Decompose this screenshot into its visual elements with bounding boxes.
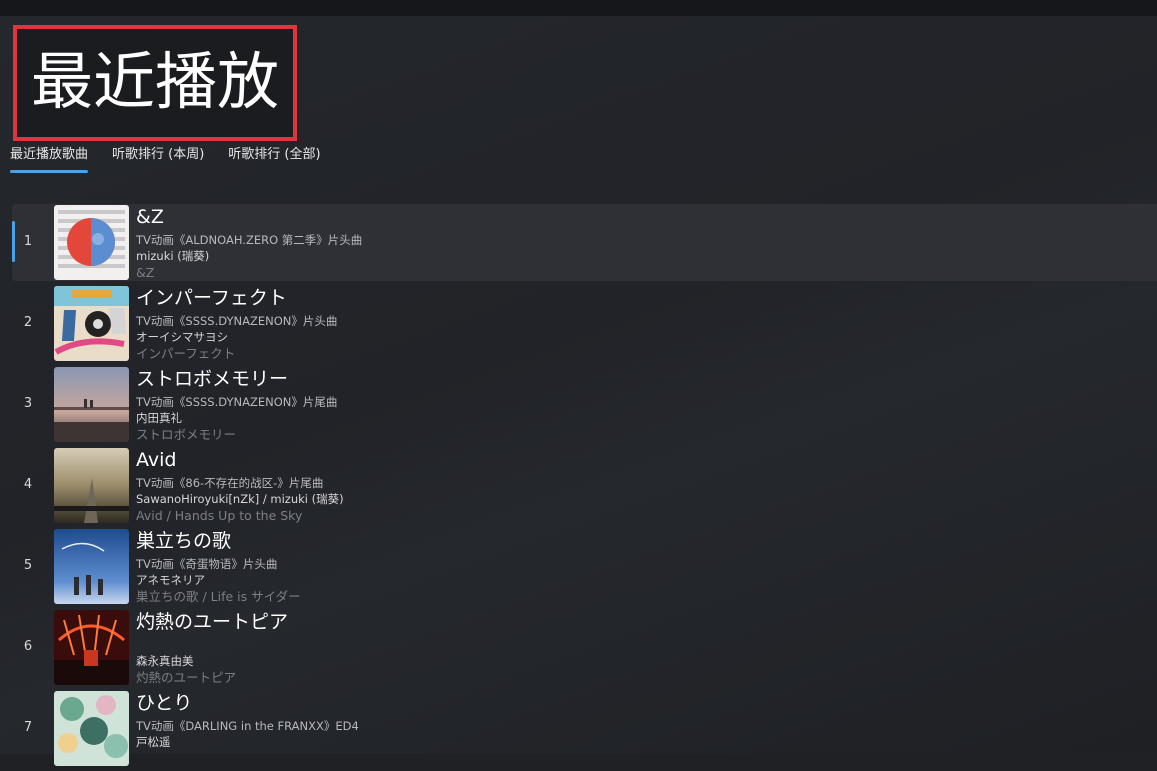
album-cover[interactable] (54, 691, 129, 766)
song-artist[interactable]: 戸松遥 (136, 734, 171, 750)
album-cover[interactable] (54, 367, 129, 442)
song-row[interactable]: 4 Avid TV动画《86-不存在的战区-》片尾曲 SawanoHiroyuk… (12, 447, 1157, 528)
song-artist[interactable]: SawanoHiroyuki[nZk] / mizuki (瑞葵) (136, 491, 344, 507)
song-row[interactable]: 1 &Z TV动画《ALDNOAH.ZERO 第二季》片头曲 mizuki (瑞… (12, 204, 1157, 281)
tab-bar: 最近播放歌曲 听歌排行 (本周) 听歌排行 (全部) (10, 146, 321, 174)
song-index: 6 (23, 639, 33, 654)
song-album[interactable]: インパーフェクト (136, 346, 235, 362)
song-title: Avid (136, 449, 177, 471)
song-index: 3 (23, 396, 33, 411)
song-description: TV动画《SSSS.DYNAZENON》片头曲 (136, 314, 338, 328)
album-cover[interactable] (54, 529, 129, 604)
song-row[interactable]: 6 灼熱のユートピア 森永真由美 灼熱のユートピア (12, 609, 1157, 690)
album-cover[interactable] (54, 205, 129, 280)
song-title: 灼熱のユートピア (136, 611, 289, 633)
song-title: ストロボメモリー (136, 368, 289, 390)
song-artist[interactable]: mizuki (瑞葵) (136, 248, 209, 264)
song-list: 1 &Z TV动画《ALDNOAH.ZERO 第二季》片头曲 mizuki (瑞… (12, 204, 1157, 771)
song-album[interactable]: Avid / Hands Up to the Sky (136, 508, 302, 524)
song-description: TV动画《ALDNOAH.ZERO 第二季》片头曲 (136, 233, 363, 247)
song-row[interactable]: 2 インパーフェクト TV动画《SSSS.DYNAZENON》片头曲 オーイシマ… (12, 285, 1157, 366)
song-title: 巣立ちの歌 (136, 530, 232, 552)
song-row[interactable]: 5 巣立ちの歌 TV动画《奇蛋物语》片头曲 アネモネリア 巣立ちの歌 / Lif… (12, 528, 1157, 609)
song-title: ひとり (136, 692, 193, 714)
song-description: TV动画《奇蛋物语》片头曲 (136, 557, 278, 571)
song-row[interactable]: 7 ひとり TV动画《DARLING in the FRANXX》ED4 戸松遥 (12, 690, 1157, 771)
song-index: 2 (23, 315, 33, 330)
tab-weekly-ranking[interactable]: 听歌排行 (本周) (112, 146, 204, 174)
tab-recent-songs[interactable]: 最近播放歌曲 (10, 146, 89, 174)
tab-alltime-ranking[interactable]: 听歌排行 (全部) (228, 146, 320, 174)
page-title: 最近播放 (31, 45, 280, 118)
album-cover[interactable] (54, 448, 129, 523)
song-description: TV动画《SSSS.DYNAZENON》片尾曲 (136, 395, 338, 409)
song-title: &Z (136, 206, 164, 228)
song-description: TV动画《86-不存在的战区-》片尾曲 (136, 476, 324, 490)
song-title: インパーフェクト (136, 287, 287, 309)
song-index: 4 (23, 477, 33, 492)
song-album[interactable]: 灼熱のユートピア (136, 670, 236, 686)
song-artist[interactable]: 内田真礼 (136, 410, 182, 426)
song-album[interactable]: 巣立ちの歌 / Life is サイダー (136, 589, 301, 605)
song-album[interactable]: &Z (136, 265, 154, 281)
song-description: TV动画《DARLING in the FRANXX》ED4 (136, 719, 359, 733)
song-artist[interactable]: オーイシマサヨシ (136, 329, 228, 345)
window-top-bar (0, 0, 1157, 16)
page-title-highlight: 最近播放 (13, 25, 297, 141)
song-row[interactable]: 3 ストロボメモリー TV动画《SSSS.DYNAZENON》片尾曲 内田真礼 (12, 366, 1157, 447)
song-album[interactable]: ストロボメモリー (136, 427, 236, 443)
song-artist[interactable]: アネモネリア (136, 572, 205, 588)
song-artist[interactable]: 森永真由美 (136, 653, 194, 669)
song-index: 7 (23, 720, 33, 735)
song-index: 5 (23, 558, 33, 573)
album-cover[interactable] (54, 610, 129, 685)
album-cover[interactable] (54, 286, 129, 361)
song-index: 1 (23, 234, 33, 249)
